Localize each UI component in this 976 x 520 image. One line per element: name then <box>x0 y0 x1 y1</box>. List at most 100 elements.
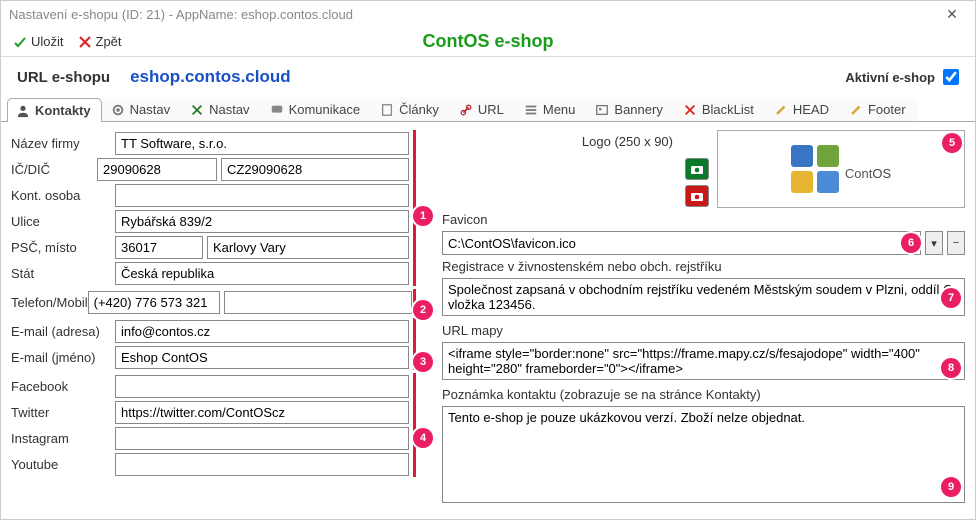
main-area: Název firmy IČ/DIČ Kont. osoba Ulice PSČ… <box>1 122 975 511</box>
badge-3: 3 <box>413 352 433 372</box>
mobile-input[interactable] <box>224 291 412 314</box>
close-icon[interactable]: ✕ <box>937 6 967 23</box>
camera-icon <box>690 190 704 202</box>
city-input[interactable] <box>207 236 409 259</box>
puzzle-icon <box>791 145 839 193</box>
map-label: URL mapy <box>442 323 965 338</box>
fb-input[interactable] <box>115 375 409 398</box>
chat-icon <box>270 103 284 117</box>
left-column: Název firmy IČ/DIČ Kont. osoba Ulice PSČ… <box>11 130 416 503</box>
favicon-input[interactable] <box>442 231 921 255</box>
header-row: URL e-shopu eshop.contos.cloud Aktivní e… <box>1 57 975 93</box>
badge-2: 2 <box>413 300 433 320</box>
ig-label: Instagram <box>11 429 115 448</box>
right-column: Logo (250 x 90) ContOS ® 5 Favicon ▾ − 6… <box>442 130 965 503</box>
contact-input[interactable] <box>115 184 409 207</box>
zip-label: PSČ, místo <box>11 238 115 257</box>
x-red-icon <box>683 103 697 117</box>
reg-textarea[interactable] <box>442 278 965 316</box>
street-input[interactable] <box>115 210 409 233</box>
contact-label: Kont. osoba <box>11 186 115 205</box>
tab-nastav-2[interactable]: Nastav <box>181 97 260 121</box>
dic-input[interactable] <box>221 158 409 181</box>
menu-icon <box>524 103 538 117</box>
doc-icon <box>380 103 394 117</box>
note-label: Poznámka kontaktu (zobrazuje se na strán… <box>442 387 965 402</box>
ic-input[interactable] <box>97 158 217 181</box>
tab-footer[interactable]: Footer <box>840 97 917 121</box>
tab-bannery[interactable]: Bannery <box>586 97 673 121</box>
tab-head[interactable]: HEAD <box>765 97 840 121</box>
favicon-label: Favicon <box>442 212 965 227</box>
badge-5: 5 <box>942 133 962 153</box>
reg-label: Registrace v živnostenském nebo obch. re… <box>442 259 965 274</box>
badge-9: 9 <box>941 477 961 497</box>
street-label: Ulice <box>11 212 115 231</box>
window-title: Nastavení e-shopu (ID: 21) - AppName: es… <box>9 7 353 22</box>
image-icon <box>595 103 609 117</box>
favicon-dropdown-button[interactable]: ▾ <box>925 231 943 255</box>
tab-clanky[interactable]: Články <box>371 97 450 121</box>
tab-komunikace[interactable]: Komunikace <box>261 97 372 121</box>
tabs: Kontakty Nastav Nastav Komunikace Články… <box>1 97 975 122</box>
badge-4: 4 <box>413 428 433 448</box>
state-label: Stát <box>11 264 115 283</box>
logo-label: Logo (250 x 90) <box>582 134 673 149</box>
toolbar: Uložit Zpět ContOS e-shop <box>1 27 975 57</box>
link-icon <box>459 103 473 117</box>
map-textarea[interactable] <box>442 342 965 380</box>
tab-menu[interactable]: Menu <box>515 97 587 121</box>
tab-url[interactable]: URL <box>450 97 515 121</box>
back-button[interactable]: Zpět <box>78 34 122 49</box>
check-icon <box>13 35 27 49</box>
ic-label: IČ/DIČ <box>11 160 97 179</box>
pencil-icon <box>774 103 788 117</box>
favicon-clear-button[interactable]: − <box>947 231 965 255</box>
logo-image: ContOS ® 5 <box>717 130 965 208</box>
tw-input[interactable] <box>115 401 409 424</box>
logo-text: ContOS <box>845 153 891 185</box>
note-textarea[interactable] <box>442 406 965 503</box>
phone-label: Telefon/Mobil <box>11 293 88 312</box>
emailname-label: E-mail (jméno) <box>11 348 115 367</box>
badge-1: 1 <box>413 206 433 226</box>
tab-blacklist[interactable]: BlackList <box>674 97 765 121</box>
badge-7: 7 <box>941 288 961 308</box>
user-icon <box>16 104 30 118</box>
state-input[interactable] <box>115 262 409 285</box>
company-label: Název firmy <box>11 134 115 153</box>
tools-icon <box>190 103 204 117</box>
tab-nastav-1[interactable]: Nastav <box>102 97 181 121</box>
active-checkbox[interactable]: Aktivní e-shop <box>845 69 959 85</box>
save-label: Uložit <box>31 34 64 49</box>
camera-icon <box>690 163 704 175</box>
title-bar: Nastavení e-shopu (ID: 21) - AppName: es… <box>1 1 975 27</box>
tab-kontakty[interactable]: Kontakty <box>7 98 102 122</box>
company-input[interactable] <box>115 132 409 155</box>
camera-remove-button[interactable] <box>685 185 709 207</box>
gear-icon <box>111 103 125 117</box>
active-check[interactable] <box>943 69 959 85</box>
yt-label: Youtube <box>11 455 115 474</box>
brand-title: ContOS e-shop <box>423 31 554 52</box>
x-icon <box>78 35 92 49</box>
logo-row: Logo (250 x 90) ContOS ® 5 <box>442 130 965 208</box>
ig-input[interactable] <box>115 427 409 450</box>
badge-6: 6 <box>901 233 921 253</box>
tw-label: Twitter <box>11 403 115 422</box>
fb-label: Facebook <box>11 377 115 396</box>
camera-add-button[interactable] <box>685 158 709 180</box>
yt-input[interactable] <box>115 453 409 476</box>
emailaddr-input[interactable] <box>115 320 409 343</box>
back-label: Zpět <box>96 34 122 49</box>
zip-input[interactable] <box>115 236 203 259</box>
url-value: eshop.contos.cloud <box>130 67 291 87</box>
save-button[interactable]: Uložit <box>13 34 64 49</box>
badge-8: 8 <box>941 358 961 378</box>
url-label: URL e-shopu <box>17 69 110 86</box>
emailname-input[interactable] <box>115 346 409 369</box>
emailaddr-label: E-mail (adresa) <box>11 322 115 341</box>
phone-input[interactable] <box>88 291 220 314</box>
pencil-icon <box>849 103 863 117</box>
active-label: Aktivní e-shop <box>845 70 935 85</box>
